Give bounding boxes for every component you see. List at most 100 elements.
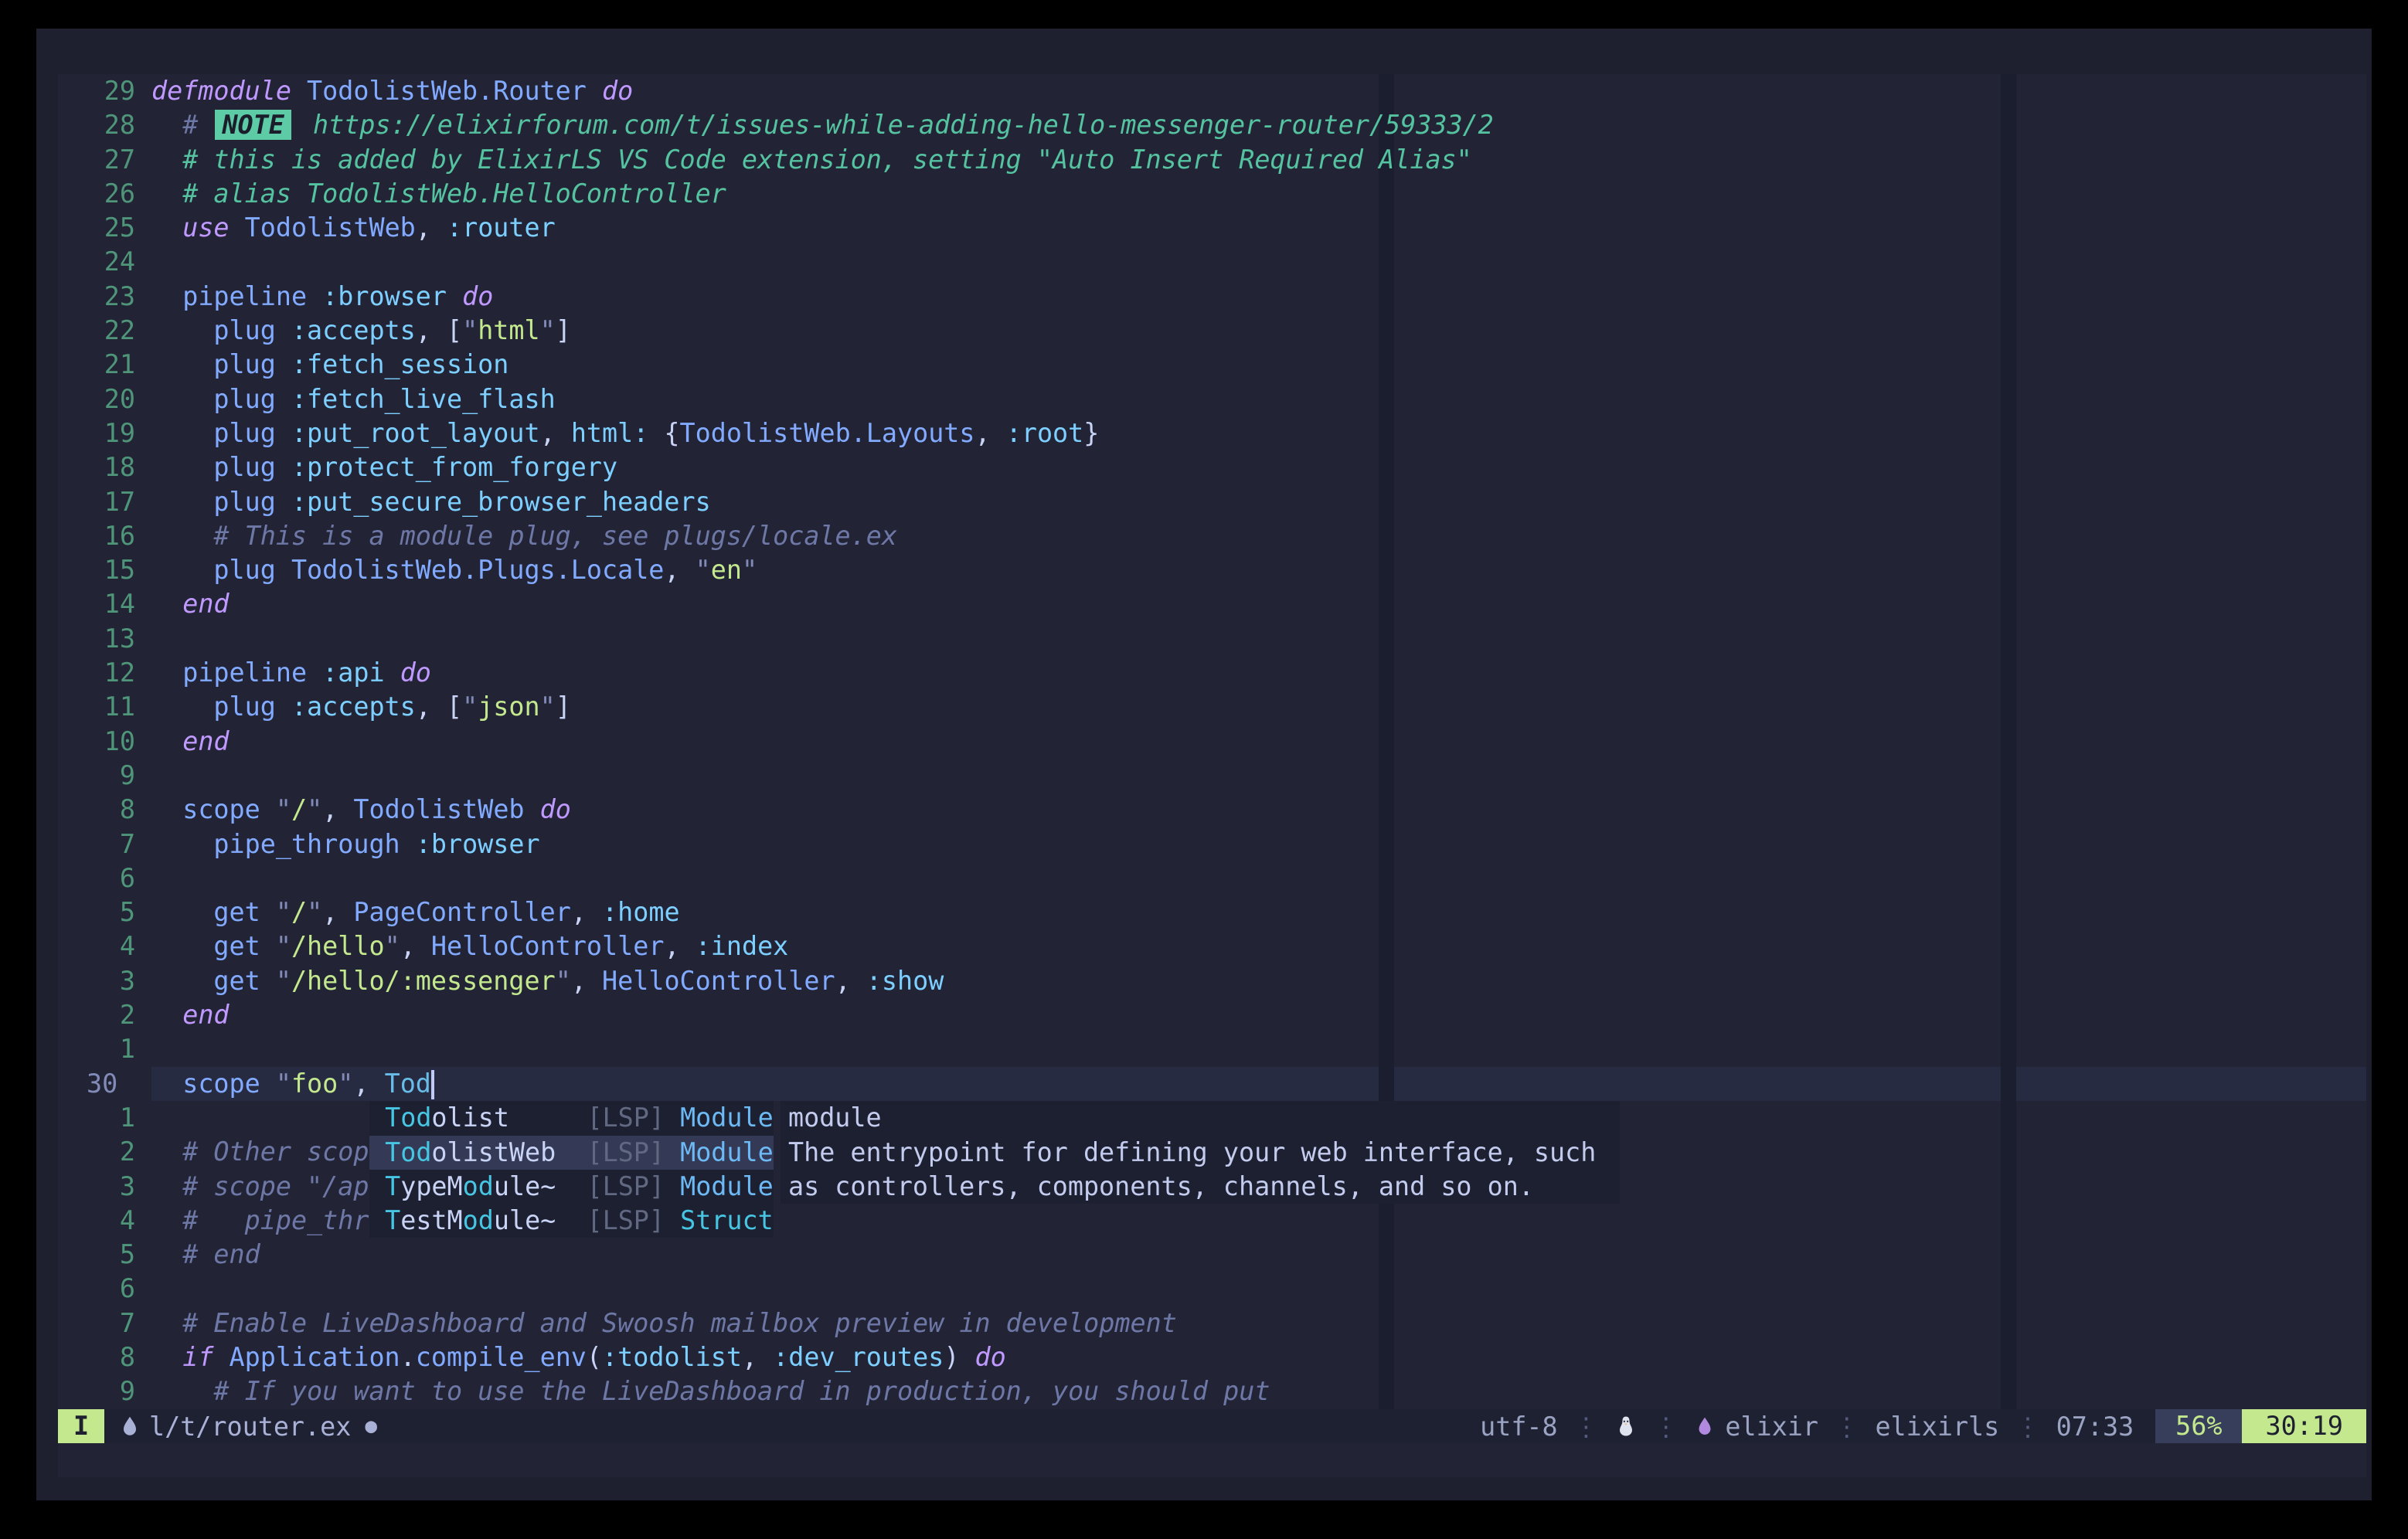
mode-indicator: I — [58, 1409, 104, 1443]
code-line[interactable]: 19 plug :put_root_layout, html: {Todolis… — [58, 416, 2366, 450]
code-line[interactable]: 3 get "/hello/:messenger", HelloControll… — [58, 964, 2366, 998]
code-line[interactable]: 11 plug :accepts, ["json"] — [58, 690, 2366, 724]
completion-doc-window: moduleThe entrypoint for defining your w… — [781, 1101, 1620, 1204]
code-text: pipe_through :browser — [151, 827, 2366, 861]
token: , — [664, 931, 695, 961]
code-line[interactable]: 10 end — [58, 725, 2366, 759]
code-line[interactable]: 18 plug :protect_from_forgery — [58, 450, 2366, 484]
token: Tod — [385, 1068, 431, 1099]
match-text: od — [463, 1205, 494, 1235]
token: :root — [1006, 418, 1084, 448]
token: en — [711, 555, 742, 585]
code-line[interactable]: 20 plug :fetch_live_flash — [58, 382, 2366, 416]
token: /hello/:messenger — [291, 966, 556, 996]
line-number: 24 — [58, 245, 151, 279]
token: :dev_routes — [773, 1342, 944, 1372]
line-number: 18 — [58, 450, 151, 484]
code-line[interactable]: 25 use TodolistWeb, :router — [58, 211, 2366, 245]
completion-menu[interactable]: Todolist [LSP] Module TodolistWeb [LSP] … — [369, 1101, 774, 1238]
code-text: plug :accepts, ["html"] — [151, 314, 2366, 348]
elixir-droplet-icon — [1694, 1414, 1716, 1439]
code-line[interactable]: 14 end — [58, 587, 2366, 621]
neovim-editor[interactable]: 29defmodule TodolistWeb.Router do28 # NO… — [58, 74, 2366, 1477]
token — [151, 487, 213, 517]
code-line[interactable]: 28 # NOTE https://elixirforum.com/t/issu… — [58, 108, 2366, 142]
code-line[interactable]: 13 — [58, 622, 2366, 656]
code-line[interactable]: 12 pipeline :api do — [58, 656, 2366, 690]
line-number: 2 — [58, 998, 151, 1032]
token: :router — [447, 212, 556, 243]
label-text: olist — [431, 1102, 509, 1133]
code-line[interactable]: 7 pipe_through :browser — [58, 827, 2366, 861]
token: html — [478, 315, 539, 345]
code-text: plug :put_root_layout, html: {TodolistWe… — [151, 416, 2366, 450]
code-line[interactable]: 23 pipeline :browser do — [58, 280, 2366, 314]
completion-item[interactable]: Todolist [LSP] Module — [369, 1101, 774, 1135]
token: :show — [866, 966, 944, 996]
code-line[interactable]: 22 plug :accepts, ["html"] — [58, 314, 2366, 348]
token — [151, 349, 213, 379]
code-line[interactable]: 6 — [58, 1272, 2366, 1306]
code-text — [151, 861, 2366, 895]
token: TodolistWeb — [353, 794, 524, 824]
token: :put_root_layout — [291, 418, 540, 448]
code-text: plug :fetch_live_flash — [151, 382, 2366, 416]
token: , — [571, 966, 602, 996]
code-line[interactable]: 24 — [58, 245, 2366, 279]
token: pipeline — [182, 657, 322, 688]
line-number: 7 — [58, 1306, 151, 1340]
code-line[interactable]: 9 # If you want to use the LiveDashboard… — [58, 1374, 2366, 1408]
text-cursor — [431, 1070, 434, 1099]
token: " — [307, 897, 322, 927]
line-number: 3 — [58, 1170, 151, 1204]
code-line[interactable]: 8 if Application.compile_env(:todolist, … — [58, 1340, 2366, 1374]
lsp-server-label: elixirls — [1875, 1412, 1999, 1442]
code-line[interactable]: 15 plug TodolistWeb.Plugs.Locale, "en" — [58, 553, 2366, 587]
token: # scope "/ap — [182, 1171, 369, 1201]
code-line[interactable]: 5 # end — [58, 1238, 2366, 1272]
token: ( — [587, 1342, 602, 1372]
code-line-current[interactable]: 30 scope "foo", Tod — [58, 1067, 2366, 1101]
code-line[interactable]: 9 — [58, 759, 2366, 793]
token: ) — [944, 1342, 974, 1372]
code-line[interactable]: 21 plug :fetch_session — [58, 348, 2366, 382]
token: :fetch_session — [291, 349, 508, 379]
code-line[interactable]: 29defmodule TodolistWeb.Router do — [58, 74, 2366, 108]
code-line[interactable]: 1 — [58, 1032, 2366, 1066]
line-number: 23 — [58, 280, 151, 314]
completion-item[interactable]: TypeModule~ [LSP] Module — [369, 1170, 774, 1204]
code-line[interactable]: 4 get "/hello", HelloController, :index — [58, 929, 2366, 963]
code-line[interactable]: 26 # alias TodolistWeb.HelloController — [58, 177, 2366, 211]
line-number: 1 — [58, 1101, 151, 1135]
token: do — [540, 794, 571, 824]
clock-label: 07:33 — [2056, 1412, 2134, 1442]
code-line[interactable]: 2 end — [58, 998, 2366, 1032]
token: . — [400, 1342, 416, 1372]
code-text: # This is a module plug, see plugs/local… — [151, 519, 2366, 553]
line-number: 13 — [58, 622, 151, 656]
code-line[interactable]: 16 # This is a module plug, see plugs/lo… — [58, 519, 2366, 553]
code-line[interactable]: 17 plug :put_secure_browser_headers — [58, 485, 2366, 519]
token: :index — [696, 931, 789, 961]
token — [587, 76, 602, 106]
line-number: 8 — [58, 793, 151, 827]
code-line[interactable]: 6 — [58, 861, 2366, 895]
completion-item-selected[interactable]: TodolistWeb [LSP] Module — [369, 1136, 774, 1170]
token: end — [182, 589, 229, 619]
doc-text-line: The entrypoint for defining your web int… — [788, 1136, 1620, 1170]
token: " — [338, 1068, 353, 1099]
token — [151, 315, 213, 345]
token: # pipe_thr — [182, 1205, 369, 1235]
code-line[interactable]: 7 # Enable LiveDashboard and Swoosh mail… — [58, 1306, 2366, 1340]
code-line[interactable]: 8 scope "/", TodolistWeb do — [58, 793, 2366, 827]
token: :api — [322, 657, 384, 688]
line-number: 9 — [58, 1374, 151, 1408]
token: " — [385, 931, 400, 961]
line-number: 7 — [58, 827, 151, 861]
label-text: ypeM — [400, 1171, 462, 1201]
scroll-percent: 56% — [2155, 1409, 2242, 1443]
completion-item[interactable]: TestModule~ [LSP] Struct — [369, 1204, 774, 1238]
code-line[interactable]: 5 get "/", PageController, :home — [58, 895, 2366, 929]
code-line[interactable]: 27 # this is added by ElixirLS VS Code e… — [58, 143, 2366, 177]
line-number: 27 — [58, 143, 151, 177]
